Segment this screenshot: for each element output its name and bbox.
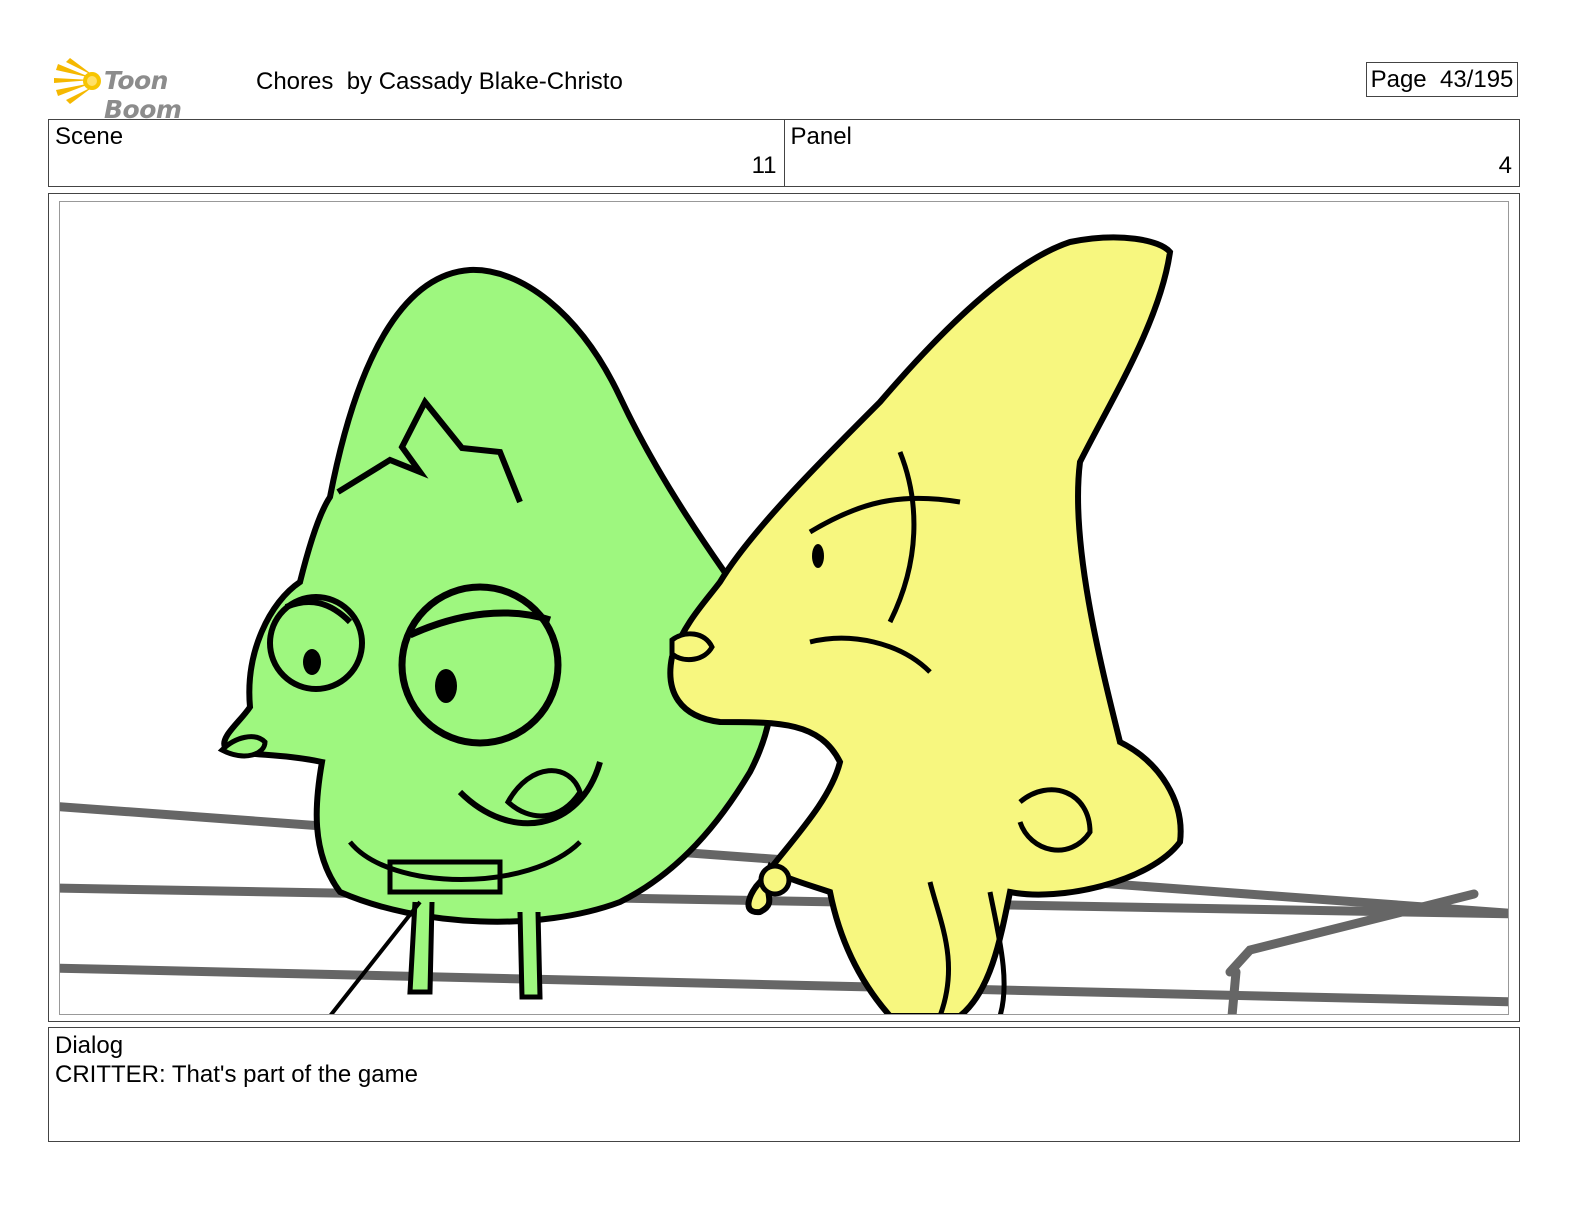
logo-wordmark: Toon Boom [104,66,182,124]
scene-panel-row: Scene 11 Panel 4 [48,119,1520,187]
star-burst-icon [54,58,101,104]
yellow-character [667,234,1184,1014]
panel-label: Panel [790,123,852,150]
scene-label: Scene [55,123,124,150]
railing-lines [60,802,1508,1014]
scene-number: 11 [751,152,777,179]
sketch-canvas [60,234,1508,1014]
dialog-label: Dialog [55,1032,124,1059]
storyboard-drawing [59,201,1509,1015]
page-header: Toon Boom Chores by Cassady Blake-Christ… [52,56,1536,124]
scene-cell: Scene 11 [49,120,784,186]
panel-number: 4 [1498,152,1512,179]
page-counter: Page 43/195 [1366,62,1518,97]
dialog-text: CRITTER: That's part of the game [55,1061,418,1088]
dialog-box: Dialog CRITTER: That's part of the game [48,1027,1520,1142]
toon-boom-logo: Toon Boom [52,56,242,124]
panel-cell: Panel 4 [783,120,1520,186]
storyboard-title: Chores by Cassady Blake-Christo [256,68,623,95]
